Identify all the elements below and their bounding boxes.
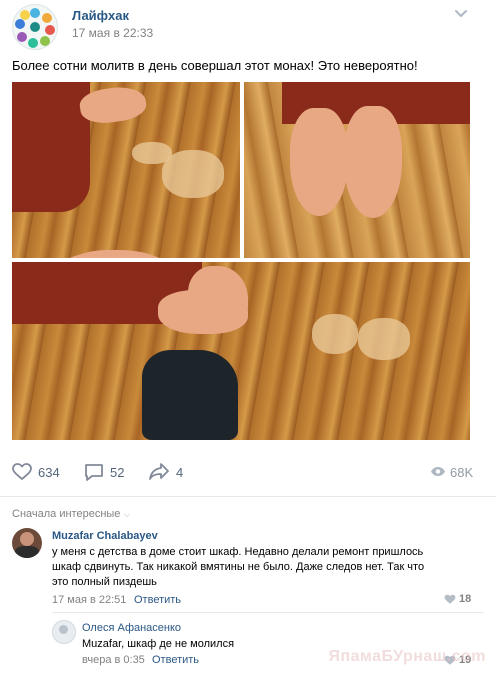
comment-text-line: у меня с детства в доме стоит шкаф. Неда…: [52, 546, 424, 558]
post-photo-1[interactable]: [12, 82, 240, 258]
heart-icon[interactable]: [444, 594, 456, 605]
comment-text: Muzafar, шкаф де не молился: [82, 638, 235, 650]
share-icon[interactable]: [148, 462, 170, 481]
post-photo-2[interactable]: [244, 82, 470, 258]
comment-author[interactable]: Олеся Афанасенко: [82, 622, 181, 634]
view-count: 68K: [450, 465, 474, 480]
chevron-down-icon: ⌵: [123, 509, 131, 519]
post-photo-3[interactable]: [12, 262, 470, 440]
reply-button[interactable]: Ответить: [134, 594, 181, 606]
share-count: 4: [176, 465, 184, 480]
comment-icon[interactable]: [84, 463, 104, 482]
sort-label: Сначала интересные: [12, 508, 121, 520]
divider: [52, 612, 484, 613]
comment-text-line: шкаф сдвинуть. Так никакой вмятины не бы…: [52, 561, 425, 573]
reply-button[interactable]: Ответить: [152, 654, 199, 666]
post-text: Более сотни молитв в день совершал этот …: [12, 58, 418, 73]
divider: [0, 496, 496, 497]
chevron-down-icon[interactable]: [454, 8, 468, 20]
comment-date[interactable]: вчера в 0:35: [82, 654, 145, 666]
comment-like-count: 18: [459, 593, 472, 605]
comments-sort-toggle[interactable]: Сначала интересные ⌵: [12, 508, 130, 520]
like-count: 634: [38, 465, 60, 480]
views-icon: [431, 467, 445, 476]
avatar[interactable]: [12, 528, 42, 558]
group-name[interactable]: Лайфхак: [72, 8, 129, 23]
comment-text-line: это полный пиздешь: [52, 576, 157, 588]
like-icon[interactable]: [12, 463, 32, 481]
avatar[interactable]: [52, 620, 76, 644]
post-date[interactable]: 17 мая в 22:33: [72, 26, 153, 40]
comment-author[interactable]: Muzafar Chalabayev: [52, 530, 158, 542]
comment-date[interactable]: 17 мая в 22:51: [52, 594, 126, 606]
comment-count: 52: [110, 465, 125, 480]
group-avatar[interactable]: [12, 4, 58, 50]
watermark: ЯпамаБУрнаш.com: [328, 648, 486, 665]
